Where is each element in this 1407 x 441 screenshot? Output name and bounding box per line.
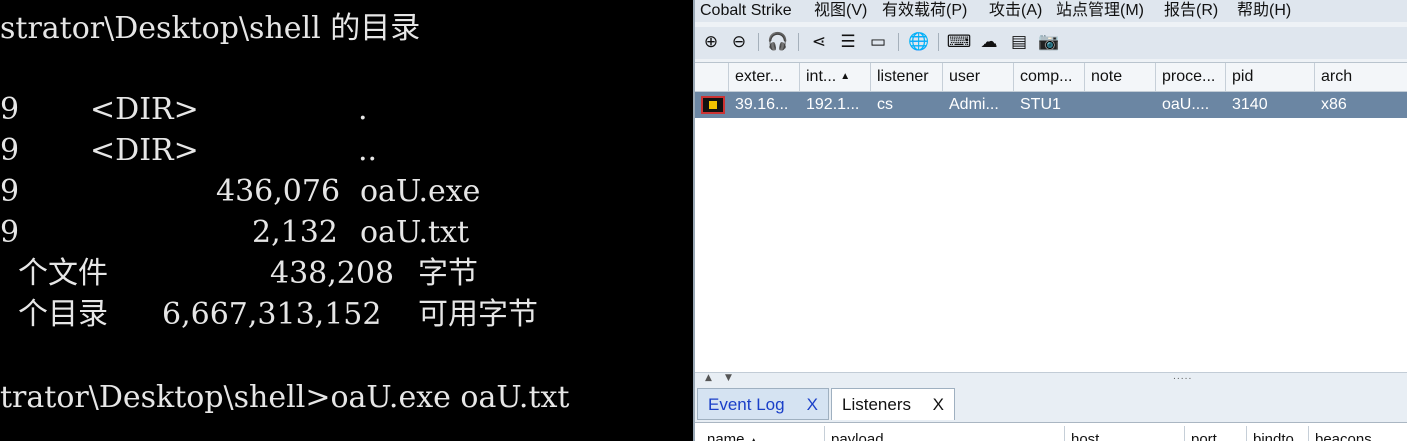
- col-name-label: name: [707, 431, 745, 441]
- toolbar-separator: [798, 33, 799, 51]
- cell-listener: cs: [877, 96, 893, 113]
- menu-attack[interactable]: 攻击(A): [989, 1, 1042, 21]
- console-line: 个文件 438,208 字节: [18, 256, 478, 291]
- col-port[interactable]: port: [1185, 426, 1247, 441]
- menu-bar: Cobalt Strike 视图(V) 有效载荷(P) 攻击(A) 站点管理(M…: [695, 0, 1407, 22]
- cmd-console[interactable]: strator\Desktop\shell 的目录 9 <DIR>. 9 <DIR>…: [0, 0, 693, 441]
- toolbar-separator: [898, 33, 899, 51]
- cell-computer: STU1: [1020, 96, 1061, 113]
- bottom-tab-bar: Event Log X Listeners X: [695, 386, 1407, 422]
- collapse-down-icon[interactable]: ▼: [725, 373, 732, 383]
- cell-internal: 192.1...: [806, 96, 860, 113]
- cell-user: Admi...: [949, 96, 999, 113]
- menu-view[interactable]: 视图(V): [814, 1, 867, 21]
- cell-arch: x86: [1321, 96, 1347, 113]
- toolbar-separator: [938, 33, 939, 51]
- sessions-table-header: exter... int... ▲ listener user comp... n…: [695, 63, 1407, 92]
- console-text: 9: [0, 92, 20, 127]
- col-computer[interactable]: comp...: [1014, 63, 1085, 91]
- splitter-grip-icon[interactable]: .....: [1173, 373, 1192, 382]
- close-icon[interactable]: X: [933, 389, 944, 421]
- col-external[interactable]: exter...: [729, 63, 800, 91]
- col-process[interactable]: proce...: [1156, 63, 1226, 91]
- close-icon[interactable]: X: [807, 389, 818, 421]
- col-icon[interactable]: [695, 63, 729, 91]
- collapse-up-icon[interactable]: ▲: [705, 373, 712, 383]
- disconnect-icon[interactable]: ⊖: [728, 31, 750, 53]
- credentials-icon[interactable]: ▤: [1008, 31, 1030, 53]
- col-listener[interactable]: listener: [871, 63, 943, 91]
- session-table-icon[interactable]: ☰: [837, 31, 859, 53]
- console-line: 9 <DIR>.: [0, 92, 368, 128]
- col-note[interactable]: note: [1085, 63, 1156, 91]
- console-line: 9 2,132 oaU.txt: [0, 215, 470, 250]
- target-table-icon[interactable]: ▭: [867, 31, 889, 53]
- tab-event-log-label: Event Log: [708, 395, 785, 414]
- session-row[interactable]: 39.16... 192.1... cs Admi... STU1 oaU...…: [695, 92, 1407, 118]
- beacon-session-icon: [701, 96, 725, 114]
- cobalt-strike-window: Cobalt Strike 视图(V) 有效载荷(P) 攻击(A) 站点管理(M…: [693, 0, 1407, 441]
- tab-listeners[interactable]: Listeners X: [831, 388, 955, 420]
- console-prompt-line: trator\Desktop\shell>oaU.exe oaU.txt: [0, 380, 570, 415]
- col-pid[interactable]: pid: [1226, 63, 1315, 91]
- cell-note: [1085, 92, 1156, 118]
- col-name[interactable]: name ▲: [701, 426, 825, 441]
- cell-process: oaU....: [1162, 96, 1210, 113]
- dir-tag: <DIR>: [90, 92, 199, 127]
- pivot-graph-icon[interactable]: ⋖: [808, 31, 830, 53]
- console-line: 9 436,076 oaU.exe: [0, 174, 481, 209]
- toolbar-separator: [758, 33, 759, 51]
- keystrokes-icon[interactable]: ⌨: [947, 31, 972, 53]
- screenshot-icon[interactable]: 📷: [1038, 31, 1060, 53]
- col-arch[interactable]: arch: [1315, 63, 1407, 91]
- toolbar: ⊕ ⊖ 🎧 ⋖ ☰ ▭ 🌐 ⌨ ☁ ▤ 📷: [695, 27, 1407, 59]
- downloads-icon[interactable]: ☁: [978, 31, 1000, 53]
- sort-ascending-icon: ▲: [749, 436, 759, 441]
- new-connection-icon[interactable]: ⊕: [700, 31, 722, 53]
- listeners-table-header: name ▲ payload host port bindto beacons: [695, 422, 1407, 441]
- col-internal-label: int...: [806, 68, 837, 85]
- col-host[interactable]: host: [1065, 426, 1185, 441]
- headphones-icon[interactable]: 🎧: [767, 31, 789, 53]
- col-payload[interactable]: payload: [825, 426, 1065, 441]
- col-user[interactable]: user: [943, 63, 1014, 91]
- menu-reports[interactable]: 报告(R): [1164, 1, 1218, 21]
- col-bindto[interactable]: bindto: [1247, 426, 1309, 441]
- cell-external: 39.16...: [735, 96, 789, 113]
- menu-help[interactable]: 帮助(H): [1237, 1, 1291, 21]
- web-log-icon[interactable]: 🌐: [908, 31, 930, 53]
- sessions-table: exter... int... ▲ listener user comp... n…: [695, 62, 1407, 373]
- panel-splitter[interactable]: ▲ ▼ .....: [695, 372, 1407, 387]
- dir-entry: .: [358, 92, 368, 127]
- menu-payload[interactable]: 有效载荷(P): [882, 1, 967, 21]
- sort-ascending-icon: ▲: [840, 71, 851, 82]
- cell-pid: 3140: [1232, 96, 1268, 113]
- tab-event-log[interactable]: Event Log X: [697, 388, 829, 420]
- col-beacons[interactable]: beacons: [1309, 426, 1407, 441]
- console-line: 9 <DIR>..: [0, 133, 378, 168]
- menu-cobalt-strike[interactable]: Cobalt Strike: [700, 1, 792, 21]
- console-line: strator\Desktop\shell 的目录: [0, 11, 421, 46]
- console-line: 个目录 6,667,313,152 可用字节: [18, 297, 538, 332]
- menu-site-management[interactable]: 站点管理(M): [1056, 1, 1144, 21]
- tab-listeners-label: Listeners: [842, 395, 911, 414]
- col-internal[interactable]: int... ▲: [800, 63, 871, 91]
